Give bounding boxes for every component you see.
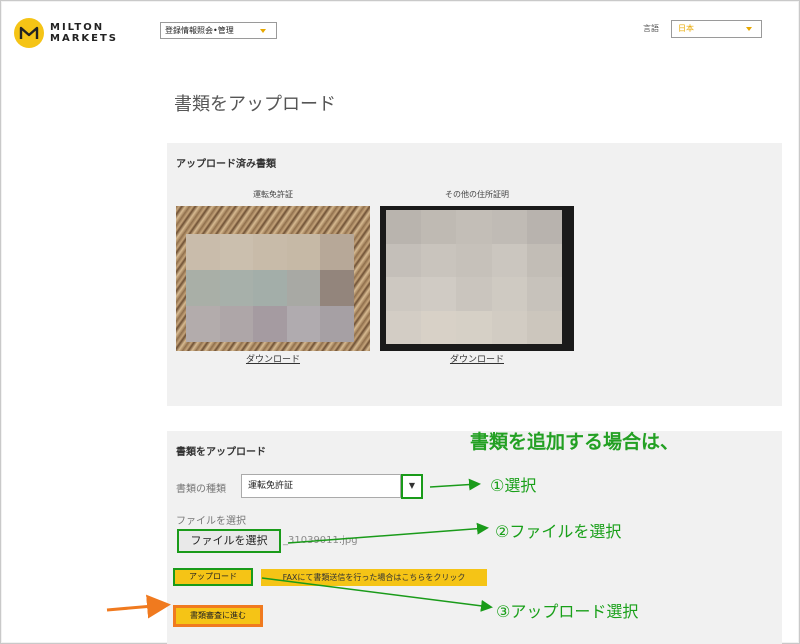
language-select[interactable]: 日本 bbox=[671, 20, 762, 38]
annotation-step-3: ③アップロード選択 bbox=[496, 602, 639, 621]
annotation-heading: 書類を追加する場合は、 bbox=[470, 431, 680, 453]
brand-line-1: MILTON bbox=[50, 22, 105, 33]
proceed-to-review-button[interactable]: 書類審査に進む bbox=[173, 605, 263, 627]
brand-logo[interactable]: MILTON MARKETS bbox=[14, 18, 118, 48]
account-menu-value: 登録情報照会•管理 bbox=[165, 26, 234, 35]
document-caption-address-proof: その他の住所証明 bbox=[445, 190, 509, 199]
file-select-label: ファイルを選択 bbox=[176, 516, 246, 527]
annotation-step-1: ①選択 bbox=[490, 476, 537, 495]
download-link-license[interactable]: ダウンロード bbox=[176, 352, 370, 365]
download-link-address-proof[interactable]: ダウンロード bbox=[380, 352, 574, 365]
brand-line-2: MARKETS bbox=[50, 33, 118, 44]
document-thumbnail-address-proof[interactable] bbox=[380, 206, 574, 351]
blurred-license-image bbox=[186, 234, 354, 342]
fax-submitted-button[interactable]: FAXにて書類送信を行った場合はこちらをクリック bbox=[261, 569, 487, 586]
annotation-step-2: ②ファイルを選択 bbox=[495, 522, 622, 541]
document-type-value: 運転免許証 bbox=[248, 481, 294, 491]
account-menu-select[interactable]: 登録情報照会•管理 bbox=[160, 22, 277, 39]
brand-name: MILTON MARKETS bbox=[50, 22, 118, 44]
chevron-down-icon bbox=[260, 29, 266, 33]
language-value: 日本 bbox=[678, 24, 694, 33]
language-label: 言語 bbox=[643, 24, 659, 33]
page-title: 書類をアップロード bbox=[174, 94, 336, 115]
upload-heading: 書類をアップロード bbox=[176, 447, 266, 458]
m-logo-icon bbox=[14, 18, 44, 48]
upload-button[interactable]: アップロード bbox=[173, 568, 253, 586]
choose-file-button[interactable]: ファイルを選択 bbox=[177, 529, 281, 553]
triangle-down-icon: ▼ bbox=[408, 481, 416, 490]
document-type-dropdown-button[interactable]: ▼ bbox=[401, 474, 423, 499]
document-caption-license: 運転免許証 bbox=[253, 190, 293, 199]
uploaded-documents-heading: アップロード済み書類 bbox=[176, 159, 276, 170]
chevron-down-icon bbox=[746, 27, 752, 31]
document-type-label: 書類の種類 bbox=[176, 484, 226, 495]
blurred-address-proof-image bbox=[386, 210, 562, 344]
document-type-select[interactable]: 運転免許証 bbox=[241, 474, 401, 498]
document-thumbnail-license[interactable] bbox=[176, 206, 370, 351]
selected-file-name: _31039011.jpg bbox=[283, 535, 358, 546]
